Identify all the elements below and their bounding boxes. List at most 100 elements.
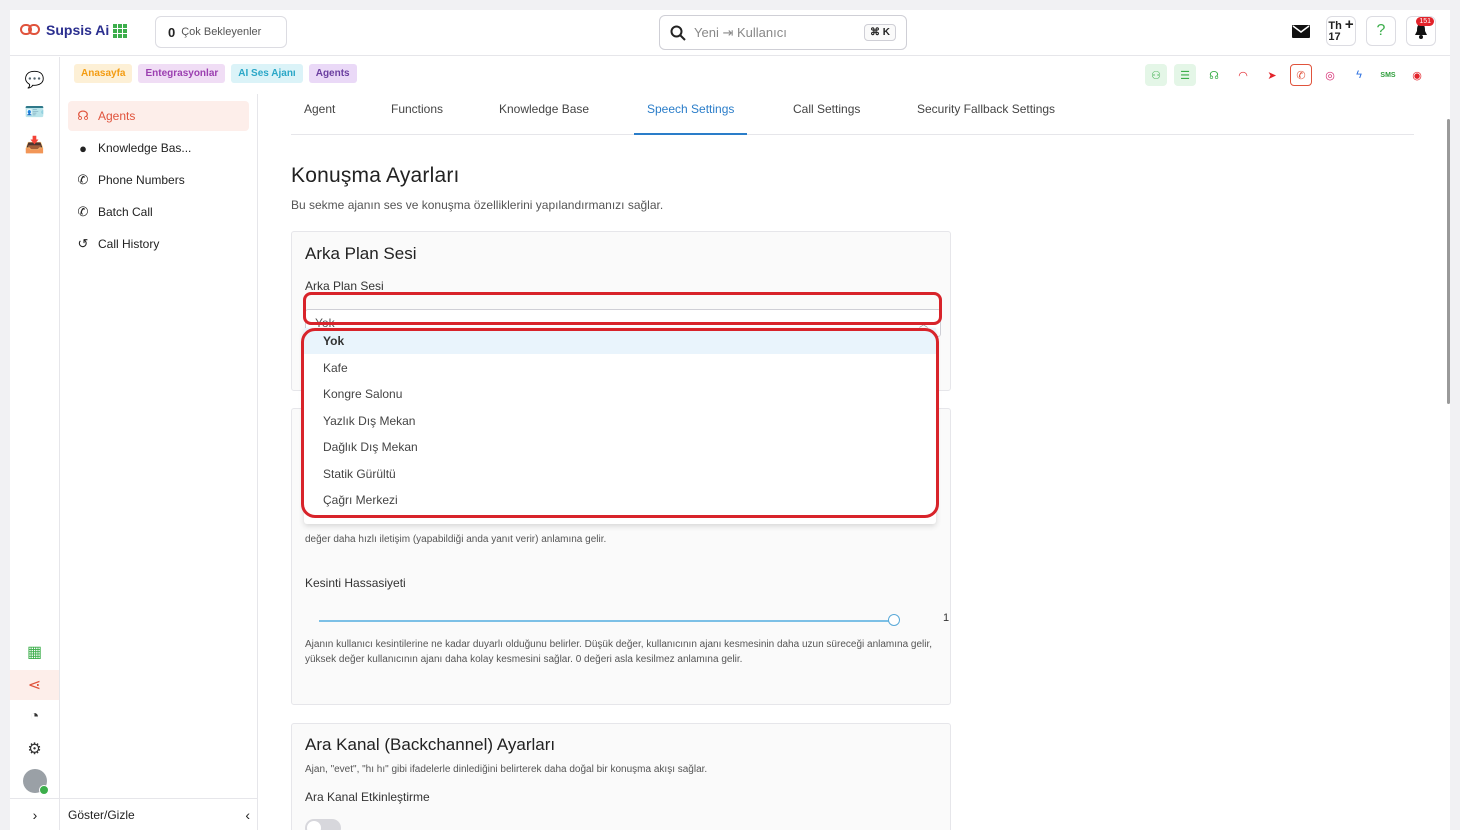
interruption-value: 1 xyxy=(943,612,950,624)
help-icon: ? xyxy=(1376,22,1386,39)
gear-icon: ⚙ xyxy=(27,741,42,758)
tab-speech-settings[interactable]: Speech Settings xyxy=(634,102,748,135)
instagram-channel-button[interactable]: ◎ xyxy=(1319,64,1341,86)
telegram-channel-button[interactable]: ➤ xyxy=(1261,64,1283,86)
sms-icon: SMS xyxy=(1380,71,1396,79)
calendar-label: Th + 17 xyxy=(1328,17,1353,43)
whatsapp-icon: ✆ xyxy=(1296,69,1306,82)
sidebar-item-label: Agents xyxy=(98,109,136,123)
breadcrumb-item[interactable]: Entegrasyonlar xyxy=(138,64,226,83)
option-yok[interactable]: Yok xyxy=(304,328,936,354)
app-window: Supsis Ai 0 Çok Bekleyenler Yeni ⇥ Kulla… xyxy=(10,10,1450,830)
tab-agent[interactable]: Agent xyxy=(291,102,348,135)
inbox-icon: 📥 xyxy=(24,137,45,154)
pending-count: 0 xyxy=(168,24,176,40)
breadcrumb-item[interactable]: AI Ses Ajanı xyxy=(231,64,303,83)
breadcrumb: Anasayfa Entegrasyonlar AI Ses Ajanı Agents xyxy=(74,64,357,83)
rail-inbox-button[interactable]: 📥 xyxy=(10,130,59,160)
sidebar-item-phone-numbers[interactable]: ✆ Phone Numbers xyxy=(68,165,249,195)
messenger-channel-button[interactable]: ϟ xyxy=(1348,64,1370,86)
sidebar-item-label: Call History xyxy=(98,237,160,251)
brand-name: Supsis Ai xyxy=(46,22,110,38)
search-placeholder: Yeni ⇥ Kullanıcı xyxy=(694,24,787,40)
option-statik-gurultu[interactable]: Statik Gürültü xyxy=(304,461,936,487)
sidebar-item-batch-call[interactable]: ✆ Batch Call xyxy=(68,197,249,227)
search-icon xyxy=(670,25,686,41)
option-kafe[interactable]: Kafe xyxy=(304,355,936,381)
option-kongre-salonu[interactable]: Kongre Salonu xyxy=(304,381,936,407)
mail-button[interactable] xyxy=(1286,16,1316,46)
headset-icon: ☊ xyxy=(77,108,89,123)
whatsapp-channel-button[interactable]: ✆ xyxy=(1290,64,1312,86)
wifi-channel-button[interactable]: ◠ xyxy=(1232,64,1254,86)
help-button[interactable]: ? xyxy=(1366,16,1396,46)
expand-rail-button[interactable]: › xyxy=(10,798,60,830)
robot-icon: ⚇ xyxy=(1151,69,1161,82)
option-cagri-merkezi[interactable]: Çağrı Merkezi xyxy=(304,487,936,513)
card-title: Ara Kanal (Backchannel) Ayarları xyxy=(305,735,556,754)
tab-knowledge-base[interactable]: Knowledge Base xyxy=(486,102,602,135)
sidebar-item-agents[interactable]: ☊ Agents xyxy=(68,101,249,131)
sidebar-item-label: Batch Call xyxy=(98,205,153,219)
option-yazlik-dis-mekan[interactable]: Yazlık Dış Mekan xyxy=(304,408,936,434)
notifications-button[interactable]: 151 xyxy=(1406,16,1436,46)
scrollbar[interactable] xyxy=(1447,119,1450,404)
sidebar-item-label: Phone Numbers xyxy=(98,173,185,187)
messenger-icon: ϟ xyxy=(1356,69,1362,81)
global-search[interactable]: Yeni ⇥ Kullanıcı ⌘ K xyxy=(659,15,907,50)
voice-agent-button[interactable]: ☊ xyxy=(1203,64,1225,86)
breadcrumb-item[interactable]: Agents xyxy=(308,64,357,83)
interruption-slider-handle[interactable] xyxy=(888,614,900,626)
sidebar-item-knowledge-base[interactable]: ● Knowledge Bas... xyxy=(68,133,249,163)
search-shortcut: ⌘ K xyxy=(864,24,896,41)
left-rail: 💬 🪪 📥 ▦ ⋖ ◔ ⚙ › xyxy=(10,57,60,830)
page-subtitle: Bu sekme ajanın ses ve konuşma özellikle… xyxy=(291,198,664,212)
rail-profile-button[interactable] xyxy=(10,766,59,796)
avatar xyxy=(22,769,49,795)
settings-tabs: Agent Functions Knowledge Base Speech Se… xyxy=(291,94,1414,135)
rail-chat-button[interactable]: 💬 xyxy=(10,65,59,95)
rail-contacts-button[interactable]: 🪪 xyxy=(10,97,59,127)
breadcrumb-item[interactable]: Anasayfa xyxy=(74,64,133,83)
instagram-icon: ◎ xyxy=(1325,69,1335,82)
sidebar-toggle-label: Göster/Gizle xyxy=(68,807,135,822)
background-sound-dropdown: Yok Kafe Kongre Salonu Yazlık Dış Mekan … xyxy=(304,328,936,524)
sidebar-item-call-history[interactable]: ↺ Call History xyxy=(68,229,249,259)
date-add-button[interactable]: Th + 17 xyxy=(1326,16,1356,46)
top-right-actions: Th + 17 ? 151 xyxy=(1286,16,1436,46)
list-channel-button[interactable]: ☰ xyxy=(1174,64,1196,86)
sidebar-toggle[interactable]: Göster/Gizle ‹ xyxy=(60,798,258,830)
chevron-left-icon: ‹ xyxy=(245,806,250,823)
logo-icon xyxy=(20,22,42,38)
other-channel-button[interactable]: ◉ xyxy=(1406,64,1428,86)
bot-channel-button[interactable]: ⚇ xyxy=(1145,64,1167,86)
brand-logo[interactable]: Supsis Ai xyxy=(20,22,109,38)
chat-icon: 💬 xyxy=(24,72,45,89)
app-icon: ◉ xyxy=(1412,69,1422,82)
tab-functions[interactable]: Functions xyxy=(378,102,456,135)
interruption-help: Ajanın kullanıcı kesintilerine ne kadar … xyxy=(305,639,933,665)
rail-integrations-button[interactable]: ⋖ xyxy=(10,670,59,700)
backchannel-toggle[interactable] xyxy=(305,819,341,830)
sms-channel-button[interactable]: SMS xyxy=(1377,64,1399,86)
channel-icons: ⚇ ☰ ☊ ◠ ➤ ✆ ◎ ϟ SMS ◉ xyxy=(1145,64,1428,86)
rail-settings-button[interactable]: ⚙ xyxy=(10,734,59,764)
apps-grid-icon[interactable] xyxy=(113,24,127,38)
interruption-slider-track[interactable] xyxy=(319,620,894,622)
wifi-icon: ◠ xyxy=(1238,69,1248,82)
option-daglik-dis-mekan[interactable]: Dağlık Dış Mekan xyxy=(304,434,936,460)
voice-user-icon: ☊ xyxy=(1209,69,1219,82)
tab-security-fallback-settings[interactable]: Security Fallback Settings xyxy=(904,102,1068,135)
phone-icon: ✆ xyxy=(77,204,89,219)
tab-call-settings[interactable]: Call Settings xyxy=(780,102,873,135)
page-title: Konuşma Ayarları xyxy=(291,164,460,187)
rail-dashboard-button[interactable]: ▦ xyxy=(10,637,59,667)
history-icon: ↺ xyxy=(77,236,89,251)
telegram-icon: ➤ xyxy=(1267,69,1277,82)
main-content: Agent Functions Knowledge Base Speech Se… xyxy=(259,94,1450,830)
rail-reports-button[interactable]: ◔ xyxy=(10,702,59,732)
phone-icon: ✆ xyxy=(77,172,89,187)
field-label: Arka Plan Sesi xyxy=(305,279,384,293)
brain-icon: ● xyxy=(79,140,87,156)
pending-counter[interactable]: 0 Çok Bekleyenler xyxy=(155,16,287,48)
